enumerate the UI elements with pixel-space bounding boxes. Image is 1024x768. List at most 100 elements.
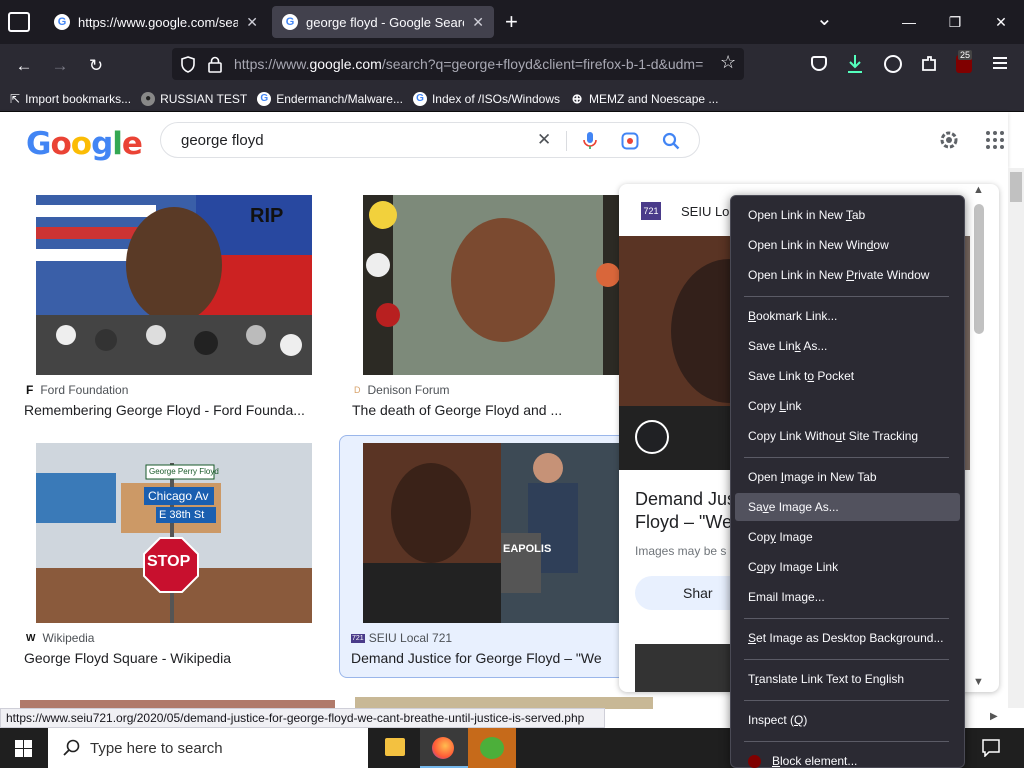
- url-text[interactable]: https://www.google.com/search?q=george+f…: [234, 56, 704, 72]
- page-scrollbar-thumb[interactable]: [1010, 172, 1022, 202]
- frog-app-icon: [480, 737, 504, 759]
- result-source[interactable]: 721 SEIU Local 721: [351, 631, 452, 645]
- bookmark-isos[interactable]: G Index of /ISOs/Windows: [412, 91, 560, 106]
- result-image-seiu[interactable]: EAPOLIS: [363, 443, 619, 623]
- site-icon: ●: [141, 91, 156, 106]
- result-image-denison[interactable]: [363, 195, 619, 375]
- menu-item-label: Copy Link Without Site Tracking: [748, 429, 919, 443]
- tracking-shield-icon[interactable]: [180, 56, 196, 73]
- result-source[interactable]: F Ford Foundation: [26, 383, 128, 397]
- menu-item-label: Block element...: [772, 754, 858, 768]
- extensions-icon[interactable]: [920, 55, 938, 73]
- menu-item-save-link-to-pocket[interactable]: Save Link to Pocket: [735, 362, 960, 390]
- menu-item-open-link-in-new-window[interactable]: Open Link in New Window: [735, 231, 960, 259]
- page-scrollbar[interactable]: [1008, 168, 1024, 708]
- lock-icon[interactable]: [208, 56, 222, 73]
- google-logo[interactable]: Google: [26, 126, 143, 162]
- list-all-tabs-icon[interactable]: ⌄: [816, 6, 833, 31]
- logo-letter: l: [112, 126, 123, 162]
- search-box[interactable]: george floyd ✕: [160, 122, 700, 158]
- bookmark-russian-test[interactable]: ● RUSSIAN TEST: [141, 91, 247, 106]
- menu-item-label: Copy Link: [748, 399, 802, 413]
- maximize-icon[interactable]: ❐: [932, 0, 978, 44]
- menu-item-copy-link[interactable]: Copy Link: [735, 392, 960, 420]
- result-source[interactable]: W Wikipedia: [26, 631, 94, 645]
- back-icon[interactable]: ←: [10, 52, 38, 80]
- menu-item-email-image[interactable]: Email Image...: [735, 583, 960, 611]
- menu-item-copy-image-link[interactable]: Copy Image Link: [735, 553, 960, 581]
- menu-item-set-image-as-desktop-background[interactable]: Set Image as Desktop Background...: [735, 624, 960, 652]
- downloads-icon[interactable]: [846, 54, 864, 74]
- reload-icon[interactable]: ↻: [82, 52, 110, 80]
- pocket-icon[interactable]: [811, 56, 827, 71]
- forward-icon[interactable]: →: [46, 52, 74, 80]
- tab-google-2[interactable]: G george floyd - Google Search ✕: [272, 6, 494, 38]
- result-title[interactable]: Remembering George Floyd - Ford Founda..…: [24, 402, 324, 418]
- bookmark-import[interactable]: ⇱ Import bookmarks...: [10, 92, 131, 106]
- menu-item-inspect-q[interactable]: Inspect (Q): [735, 706, 960, 734]
- bookmark-memz[interactable]: ⊕ MEMZ and Noescape ...: [570, 91, 719, 106]
- menu-item-save-link-as[interactable]: Save Link As...: [735, 332, 960, 360]
- app-menu-icon[interactable]: [993, 57, 1007, 69]
- menu-item-block-element[interactable]: Block element...: [735, 747, 960, 768]
- window-close-icon[interactable]: ✕: [978, 0, 1024, 44]
- taskbar-app-frog[interactable]: [468, 728, 516, 768]
- result-title[interactable]: Demand Justice for George Floyd – "We: [351, 650, 613, 666]
- result-image-ford[interactable]: RIP: [36, 195, 312, 375]
- account-icon[interactable]: [884, 55, 902, 73]
- import-icon: ⇱: [10, 91, 21, 106]
- tab-google-1[interactable]: G https://www.google.com/search? ✕: [44, 6, 268, 38]
- menu-item-copy-image[interactable]: Copy Image: [735, 523, 960, 551]
- result-source[interactable]: D Denison Forum: [354, 383, 450, 397]
- tab-close-icon[interactable]: ✕: [246, 14, 258, 31]
- tab-list-icon[interactable]: [8, 12, 30, 32]
- preview-source[interactable]: SEIU Lo: [681, 204, 729, 219]
- bookmark-star-icon[interactable]: ☆: [720, 52, 736, 73]
- taskbar-search-box[interactable]: Type here to search: [48, 728, 368, 768]
- menu-separator: [744, 700, 949, 701]
- preview-scroll-up-icon[interactable]: ▲: [973, 184, 984, 196]
- url-bar[interactable]: https://www.google.com/search?q=george+f…: [172, 48, 744, 80]
- menu-item-translate-link-text-to-english[interactable]: Translate Link Text to English: [735, 665, 960, 693]
- preview-scrollbar[interactable]: [974, 204, 984, 334]
- menu-item-label: Open Link in New Private Window: [748, 268, 930, 282]
- menu-separator: [744, 296, 949, 297]
- menu-item-label: Save Link to Pocket: [748, 369, 855, 383]
- result-title[interactable]: The death of George Floyd and ...: [352, 402, 592, 418]
- tab-title: george floyd - Google Search: [306, 14, 465, 30]
- voice-search-icon[interactable]: [583, 131, 597, 151]
- menu-item-copy-link-without-site-tracking[interactable]: Copy Link Without Site Tracking: [735, 422, 960, 450]
- file-explorer-icon[interactable]: [385, 738, 405, 756]
- lens-search-image-icon[interactable]: [635, 420, 669, 454]
- settings-gear-icon[interactable]: [937, 128, 961, 152]
- search-input[interactable]: george floyd: [181, 132, 521, 149]
- status-link-url: https://www.seiu721.org/2020/05/demand-j…: [0, 708, 605, 728]
- menu-item-open-link-in-new-private-window[interactable]: Open Link in New Private Window: [735, 261, 960, 289]
- google-favicon-icon: G: [54, 14, 70, 30]
- logo-letter: o: [70, 126, 92, 162]
- bookmark-endermanch[interactable]: G Endermanch/Malware...: [257, 91, 403, 106]
- horizontal-scroll-right-icon[interactable]: ▶: [990, 711, 998, 722]
- minimize-icon[interactable]: —: [886, 0, 932, 44]
- tab-close-icon[interactable]: ✕: [472, 14, 484, 31]
- lens-icon[interactable]: [621, 132, 639, 150]
- apps-grid-icon[interactable]: [985, 130, 1005, 150]
- preview-scroll-down-icon[interactable]: ▼: [973, 676, 984, 688]
- menu-item-bookmark-link[interactable]: Bookmark Link...: [735, 302, 960, 330]
- menu-item-label: Open Link in New Window: [748, 238, 889, 252]
- result-title[interactable]: George Floyd Square - Wikipedia: [24, 650, 324, 666]
- thumb-text-stop: STOP: [147, 553, 191, 570]
- taskbar-firefox[interactable]: [420, 728, 468, 768]
- menu-separator: [744, 741, 949, 742]
- menu-item-open-image-in-new-tab[interactable]: Open Image in New Tab: [735, 463, 960, 491]
- new-tab-icon[interactable]: +: [505, 9, 518, 35]
- search-icon[interactable]: [662, 132, 680, 150]
- preview-title[interactable]: Demand Jus Floyd – "We: [635, 488, 736, 534]
- menu-item-save-image-as[interactable]: Save Image As...: [735, 493, 960, 521]
- menu-item-open-link-in-new-tab[interactable]: Open Link in New Tab: [735, 201, 960, 229]
- notifications-icon[interactable]: [982, 739, 1000, 757]
- result-image-wikipedia[interactable]: George Perry Floyd Chicago Av E 38th St …: [36, 443, 312, 623]
- windows-icon[interactable]: [15, 740, 32, 757]
- thumb-text-rip: RIP: [250, 205, 284, 227]
- clear-icon[interactable]: ✕: [537, 130, 551, 150]
